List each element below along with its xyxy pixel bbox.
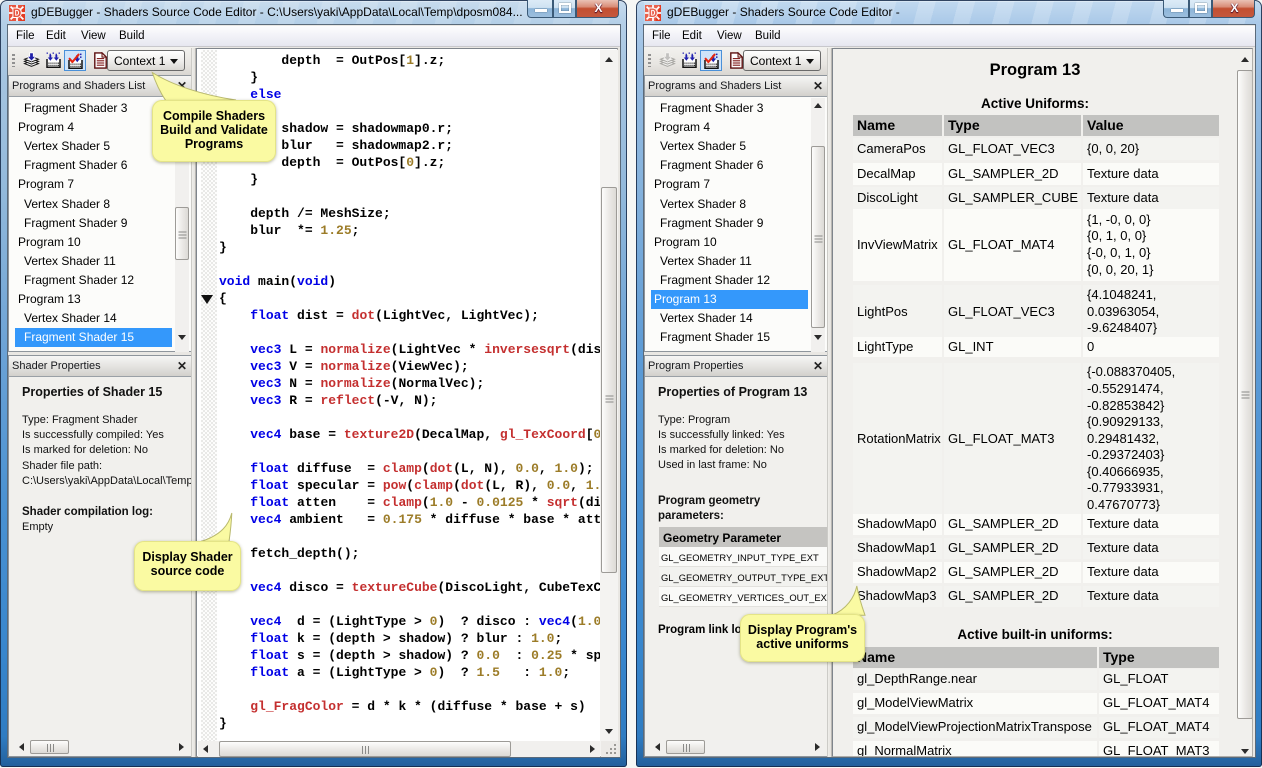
svg-text:D: D <box>649 6 658 20</box>
svg-text:D: D <box>13 6 22 20</box>
